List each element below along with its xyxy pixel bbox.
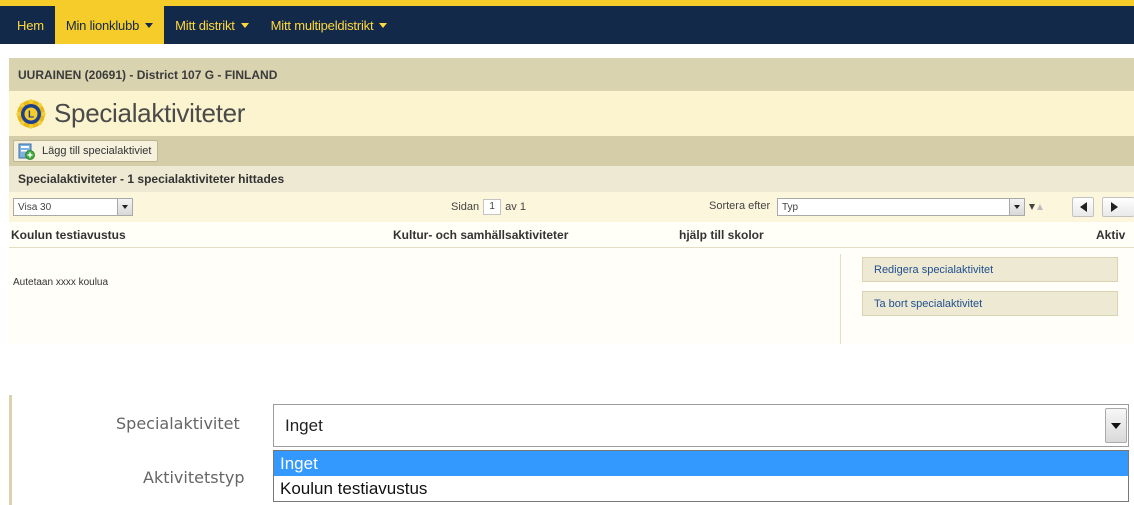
column-header-active: Aktiv	[1096, 228, 1126, 242]
table-header: Koulun testiavustus Kultur- och samhälls…	[9, 222, 1134, 248]
sort-direction-icon[interactable]	[1028, 200, 1044, 214]
nav-home-label: Hem	[17, 17, 44, 33]
delete-special-activity-button[interactable]: Ta bort specialaktivitet	[862, 291, 1118, 316]
page-label: Sidan	[451, 201, 480, 213]
edit-special-activity-label: Redigera specialaktivitet	[874, 263, 994, 276]
special-activity-select[interactable]: Inget	[273, 404, 1129, 447]
sort-label: Sortera efter	[709, 200, 771, 212]
toolbar: Lägg till specialaktiviet	[9, 136, 1134, 166]
special-activity-label: Specialaktivitet	[116, 414, 240, 433]
chevron-down-icon	[1111, 422, 1121, 429]
special-activity-dropdown-button[interactable]	[1105, 408, 1127, 443]
chevron-down-icon	[122, 205, 128, 209]
chevron-down-icon	[1014, 205, 1020, 209]
sort-value: Typ	[782, 201, 799, 213]
delete-special-activity-label: Ta bort specialaktivitet	[874, 297, 983, 310]
pagination-info: Sidan 1 av 1	[451, 199, 526, 215]
club-header-bar: UURAINEN (20691) - District 107 G - FINL…	[9, 58, 1134, 91]
next-page-button[interactable]	[1102, 197, 1134, 217]
previous-page-button[interactable]	[1072, 197, 1094, 217]
sort-dropdown-button[interactable]	[1009, 199, 1024, 215]
page-size-dropdown-button[interactable]	[117, 199, 132, 215]
form-left-border	[9, 395, 12, 505]
nav-my-lions-club[interactable]: Min lionklubb	[54, 6, 165, 44]
row-description: Autetaan xxxx koulua	[13, 277, 109, 288]
option-school-test-grant[interactable]: Koulun testiavustus	[274, 476, 1128, 501]
column-header-type: hjälp till skolor	[679, 228, 764, 242]
nav-my-lions-club-label: Min lionklubb	[65, 17, 140, 33]
results-summary: Specialaktiviteter - 1 specialaktivitete…	[18, 172, 285, 186]
nav-home[interactable]: Hem	[6, 6, 55, 44]
page-number-input[interactable]: 1	[483, 199, 502, 215]
add-special-activity-label: Lägg till specialaktiviet	[42, 145, 152, 157]
table-row: Autetaan xxxx koulua Redigera specialakt…	[9, 248, 1134, 344]
caret-down-icon	[379, 23, 388, 28]
caret-down-icon	[145, 23, 154, 28]
caret-down-icon	[240, 23, 249, 28]
club-header: UURAINEN (20691) - District 107 G - FINL…	[18, 67, 278, 82]
arrow-left-icon	[1079, 202, 1087, 212]
add-special-activity-button[interactable]: Lägg till specialaktiviet	[13, 140, 159, 162]
sort-select[interactable]: Typ	[777, 198, 1025, 216]
row-actions: Redigera specialaktivitet Ta bort specia…	[840, 254, 1134, 344]
edit-special-activity-button[interactable]: Redigera specialaktivitet	[862, 257, 1118, 282]
svg-text:L: L	[28, 109, 34, 120]
activity-type-label: Aktivitetstyp	[143, 468, 245, 487]
list-controls: Visa 30 Sidan 1 av 1 Sortera efter Typ	[9, 192, 1134, 222]
option-none[interactable]: Inget	[274, 451, 1128, 476]
nav-my-district[interactable]: Mitt distrikt	[164, 6, 260, 44]
column-header-name: Koulun testiavustus	[11, 228, 126, 242]
lions-logo-icon: L	[16, 98, 46, 129]
column-header-category: Kultur- och samhällsaktiviteter	[393, 228, 569, 242]
results-summary-bar: Specialaktiviteter - 1 specialaktivitete…	[9, 166, 1134, 192]
page-total: av 1	[505, 201, 526, 213]
nav-my-district-label: Mitt distrikt	[175, 17, 235, 33]
nav-my-multiple-district-label: Mitt multipeldistrikt	[270, 17, 374, 33]
page-size-select[interactable]: Visa 30	[13, 198, 133, 216]
arrow-right-icon	[1111, 202, 1118, 212]
add-document-icon	[18, 143, 35, 160]
page-size-value: Visa 30	[18, 201, 52, 213]
top-navigation: Hem Min lionklubb Mitt distrikt Mitt mul…	[0, 0, 1134, 44]
main-panel: UURAINEN (20691) - District 107 G - FINL…	[9, 58, 1134, 370]
page-title: Specialaktiviteter	[54, 98, 246, 128]
special-activity-value: Inget	[285, 416, 323, 435]
nav-my-multiple-district[interactable]: Mitt multipeldistrikt	[260, 6, 399, 44]
special-activity-options: Inget Koulun testiavustus	[273, 450, 1129, 502]
page-title-row: L Specialaktiviteter	[9, 91, 1134, 136]
